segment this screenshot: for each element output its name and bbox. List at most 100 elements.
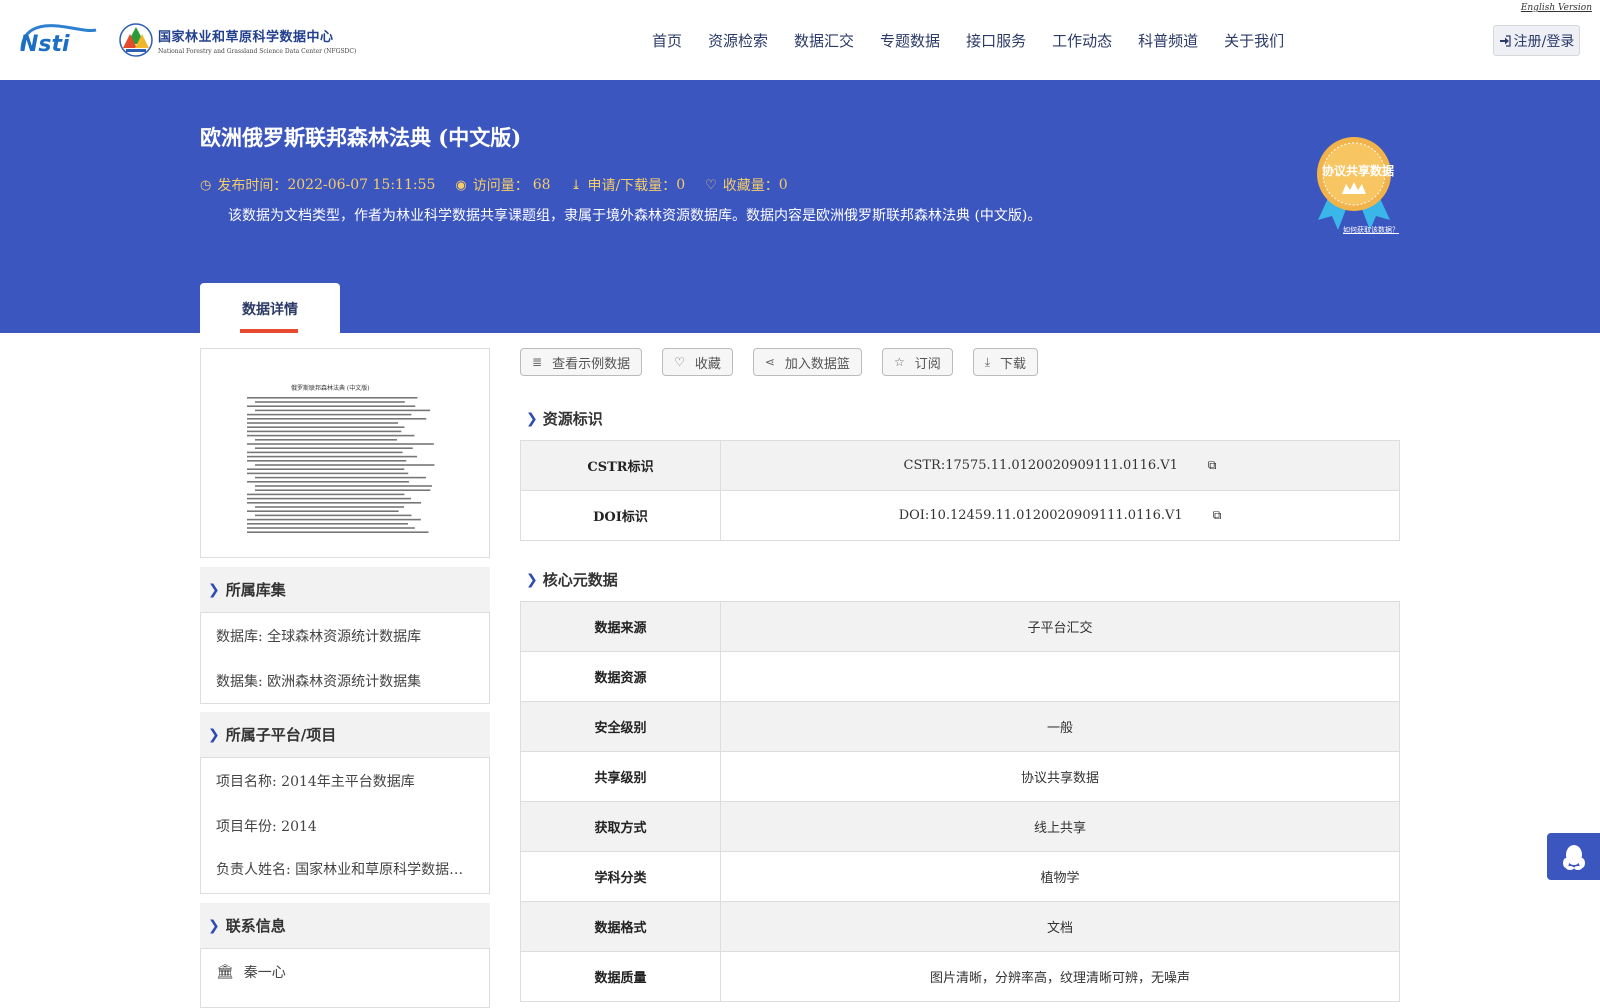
document-text-line — [247, 518, 421, 521]
document-text-line — [255, 447, 413, 449]
share-badge-icon — [1317, 137, 1391, 230]
downloads-label: 申请/下载量： — [587, 178, 677, 194]
contact-section-title: 联系信息 — [225, 917, 286, 935]
chevron-right-icon: ❯ — [208, 917, 220, 934]
publish-value: 2022-06-07 15:11:55 — [287, 177, 436, 193]
document-text-line — [247, 451, 403, 454]
document-text-lines — [247, 397, 435, 533]
document-text-line — [255, 401, 405, 403]
english-version-link[interactable]: English Version — [1521, 3, 1592, 13]
nav-resource-search[interactable]: 资源检索 — [708, 30, 768, 51]
access-method-value: 线上共享 — [1033, 821, 1086, 836]
sign-in-icon — [1499, 34, 1511, 47]
how-to-get-data-link[interactable]: 如何获取该数据？ — [1343, 225, 1399, 235]
project-owner: 负责人姓名: 国家林业和草原科学数据中心 — [216, 862, 471, 878]
resource-label: 数据资源 — [521, 652, 721, 701]
library-dataset[interactable]: 数据集: 欧洲森林资源统计数据集 — [201, 658, 489, 703]
favorite-count: ♡ 收藏量： 0 — [705, 175, 788, 195]
nfgsdc-logo[interactable] — [118, 22, 154, 58]
nav-about-us[interactable]: 关于我们 — [1224, 30, 1284, 51]
document-text-line — [255, 439, 398, 441]
nav-topic-data[interactable]: 专题数据 — [880, 30, 940, 51]
share-level-label: 共享级别 — [521, 752, 721, 801]
table-row: 共享级别 协议共享数据 — [520, 752, 1400, 802]
document-text-line — [247, 397, 418, 399]
access-method-label: 获取方式 — [521, 802, 721, 851]
main-nav: 首页 资源检索 数据汇交 专题数据 接口服务 工作动态 科普频道 关于我们 — [652, 30, 1310, 51]
database-icon: ≣ — [532, 355, 543, 369]
document-text-line — [255, 409, 431, 412]
quality-value: 图片清晰，分辨率高，纹理清晰可辨，无噪声 — [929, 971, 1190, 986]
download-count: ⤓ 申请/下载量： 0 — [571, 175, 686, 195]
document-text-line — [247, 443, 434, 445]
subscribe-button[interactable]: ☆ 订阅 — [881, 348, 953, 376]
download-button[interactable]: ⤓ 下载 — [972, 348, 1039, 376]
document-text-line — [247, 434, 415, 437]
cstr-cell: CSTR:17575.11.0120020909111.0116.V1 ⧉ — [721, 441, 1399, 490]
nsti-logo[interactable]: Nsti — [18, 20, 98, 56]
heart-icon: ♡ — [705, 177, 717, 193]
contact-section-header: ❯ 联系信息 — [200, 903, 490, 948]
copy-icon[interactable]: ⧉ — [1213, 508, 1222, 523]
security-label: 安全级别 — [521, 702, 721, 751]
visits-label: 访问量： — [472, 178, 529, 194]
document-text-line — [247, 481, 410, 483]
login-register-button[interactable]: 注册/登录 — [1493, 25, 1580, 56]
security-value: 一般 — [1046, 721, 1073, 736]
share-badge-label: 协议共享数据 — [1321, 164, 1394, 178]
core-meta-header: ❯ 核心元数据 — [526, 569, 618, 590]
nav-data-submission[interactable]: 数据汇交 — [794, 30, 854, 51]
document-text-line — [255, 506, 404, 508]
action-toolbar: ≣ 查看示例数据 ♡ 收藏 ⋖ 加入数据篮 ☆ 订阅 ⤓ 下载 — [520, 348, 1058, 376]
document-text-line — [255, 489, 431, 491]
dataset-title: 欧洲俄罗斯联邦森林法典 (中文版) — [200, 125, 522, 150]
nav-home[interactable]: 首页 — [652, 30, 682, 51]
star-icon: ☆ — [893, 355, 905, 369]
document-text-line — [255, 514, 412, 517]
table-row: DOI标识 DOI:10.12459.11.0120020909111.0116… — [520, 491, 1400, 541]
nav-work-news[interactable]: 工作动态 — [1052, 30, 1112, 51]
visits-value: 68 — [532, 177, 551, 193]
source-value: 子平台汇交 — [1027, 621, 1093, 636]
doi-label: DOI标识 — [521, 491, 721, 540]
visit-count: ◉ 访问量： 68 — [455, 175, 550, 195]
dataset-description: 该数据为文档类型，作者为林业科学数据共享课题组，隶属于境外森林资源数据库。数据内… — [228, 208, 1042, 224]
table-row: 获取方式 线上共享 — [520, 802, 1400, 852]
document-text-line — [247, 497, 412, 500]
chevron-right-icon: ❯ — [208, 581, 220, 598]
format-label: 数据格式 — [521, 902, 721, 951]
favorite-button[interactable]: ♡ 收藏 — [662, 348, 733, 376]
library-database[interactable]: 数据库: 全球森林资源统计数据库 — [201, 613, 489, 658]
add-basket-label: 加入数据篮 — [784, 356, 850, 372]
contact-name: 秦一心 — [243, 964, 286, 981]
favorite-label: 收藏 — [694, 356, 721, 372]
table-row: 数据质量 图片清晰，分辨率高，纹理清晰可辨，无噪声 — [520, 952, 1400, 1002]
document-text-line — [247, 455, 418, 458]
chevron-right-icon: ❯ — [208, 726, 220, 743]
qq-chat-button[interactable] — [1547, 833, 1600, 880]
library-section-header: ❯ 所属库集 — [200, 567, 490, 612]
view-sample-data-button[interactable]: ≣ 查看示例数据 — [520, 348, 643, 376]
heart-icon: ♡ — [674, 355, 685, 369]
qq-penguin-icon — [1562, 844, 1585, 870]
chevron-right-icon: ❯ — [526, 571, 538, 588]
nav-science-channel[interactable]: 科普频道 — [1138, 30, 1198, 51]
resource-value — [721, 652, 1399, 701]
share-level-value: 协议共享数据 — [1020, 771, 1099, 786]
tab-data-details[interactable]: 数据详情 — [200, 283, 340, 333]
document-thumbnail[interactable]: 俄罗斯联邦森林法典 (中文版) — [200, 348, 490, 558]
nav-api-service[interactable]: 接口服务 — [966, 30, 1026, 51]
resource-id-title: 资源标识 — [542, 410, 603, 428]
subject-value: 植物学 — [1040, 871, 1080, 886]
document-text-line — [247, 405, 416, 407]
copy-icon[interactable]: ⧉ — [1208, 458, 1217, 473]
document-text-line — [255, 476, 426, 479]
table-row: 数据资源 — [520, 652, 1400, 702]
document-text-line — [247, 502, 422, 504]
add-to-basket-button[interactable]: ⋖ 加入数据篮 — [752, 348, 862, 376]
eye-icon: ◉ — [455, 177, 467, 193]
logo-text: 国家林业和草原科学数据中心 National Forestry and Gras… — [158, 26, 356, 55]
document-text-line — [247, 531, 429, 533]
cstr-label: CSTR标识 — [521, 441, 721, 490]
document-text-line — [247, 468, 405, 470]
